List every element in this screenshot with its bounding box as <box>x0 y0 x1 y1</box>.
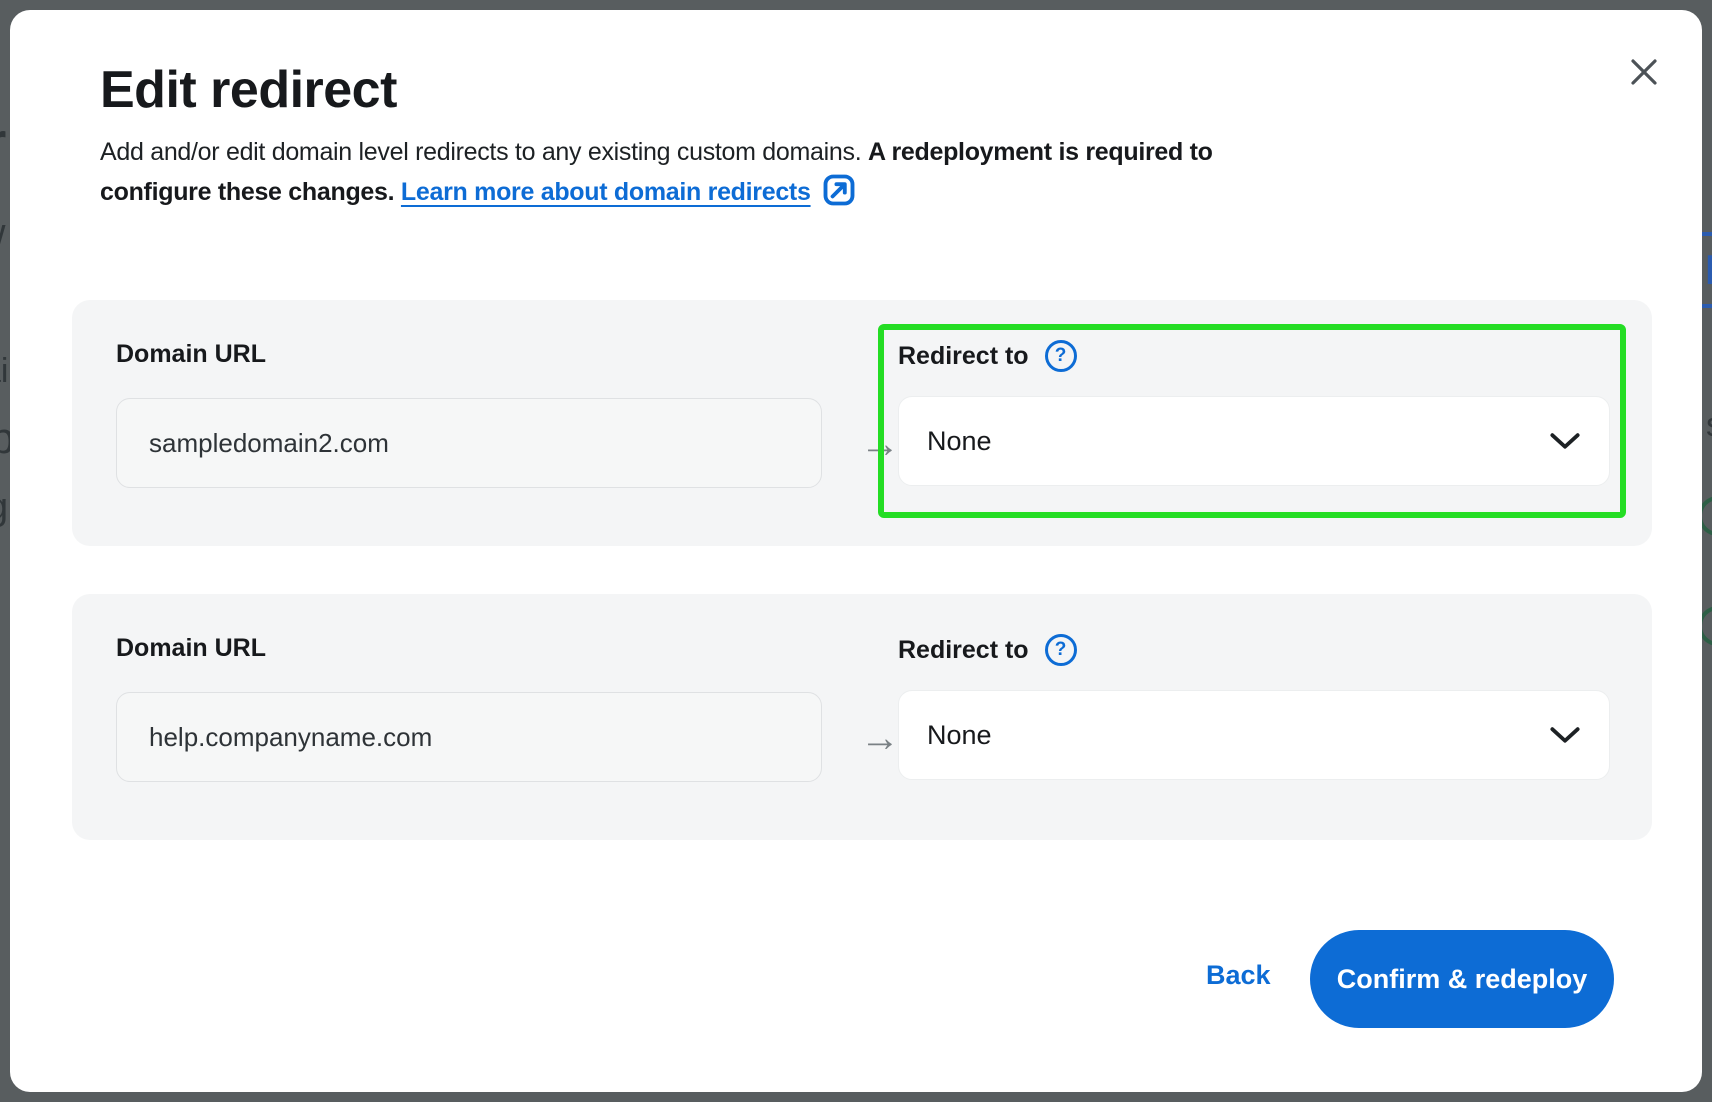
external-link-icon <box>821 172 857 208</box>
background-fragment: ss <box>1706 406 1712 445</box>
redirect-to-label-row: Redirect to ? <box>898 340 1077 372</box>
background-fragment: w <box>0 212 5 255</box>
learn-more-link[interactable]: Learn more about domain redirects <box>401 178 857 206</box>
help-icon[interactable]: ? <box>1045 634 1077 666</box>
redirect-to-group: Redirect to ? None <box>878 618 1626 812</box>
redirect-to-group-highlighted: Redirect to ? None <box>878 324 1626 518</box>
background-fragment: M <box>1705 246 1712 294</box>
chevron-down-icon <box>1549 726 1581 745</box>
dialog-description: Add and/or edit domain level redirects t… <box>100 132 1260 212</box>
background-fragment: ai <box>0 352 8 391</box>
edit-redirect-dialog: Edit redirect Add and/or edit domain lev… <box>10 10 1702 1092</box>
redirect-to-label: Redirect to <box>898 636 1029 665</box>
domain-url-input[interactable] <box>116 398 822 488</box>
background-fragment: g <box>0 486 8 529</box>
redirect-to-label-row: Redirect to ? <box>898 634 1077 666</box>
redirect-row: Domain URL → Redirect to ? None <box>72 300 1652 546</box>
dialog-title: Edit redirect <box>100 60 397 120</box>
background-fragment: r <box>0 112 6 172</box>
close-button[interactable] <box>1622 50 1666 94</box>
redirect-to-select[interactable]: None <box>898 396 1610 486</box>
confirm-redeploy-button[interactable]: Confirm & redeploy <box>1310 930 1614 1028</box>
description-text: Add and/or edit domain level redirects t… <box>100 138 868 166</box>
select-value: None <box>927 720 992 751</box>
redirect-to-select[interactable]: None <box>898 690 1610 780</box>
learn-more-label: Learn more about domain redirects <box>401 178 811 206</box>
redirect-row: Domain URL → Redirect to ? None <box>72 594 1652 840</box>
domain-url-label: Domain URL <box>116 634 266 663</box>
close-icon <box>1626 54 1662 90</box>
redirect-to-label: Redirect to <box>898 342 1029 371</box>
screen: r w ai b g M ss Edit redirect Add and/or… <box>0 0 1712 1102</box>
select-value: None <box>927 426 992 457</box>
back-button[interactable]: Back <box>1206 960 1271 991</box>
chevron-down-icon <box>1549 432 1581 451</box>
domain-url-input[interactable] <box>116 692 822 782</box>
background-fragment <box>1701 232 1712 236</box>
background-fragment <box>1701 304 1712 308</box>
help-icon[interactable]: ? <box>1045 340 1077 372</box>
domain-url-label: Domain URL <box>116 340 266 369</box>
